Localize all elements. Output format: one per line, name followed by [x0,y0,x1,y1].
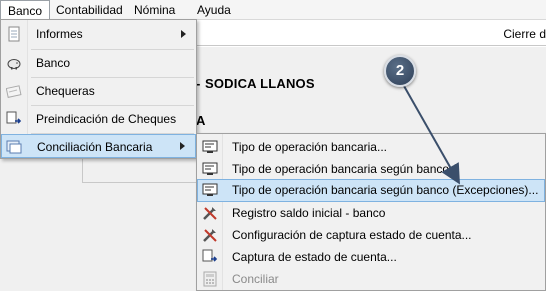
step-callout-badge: 2 [384,55,416,87]
callout-arrow [403,85,460,185]
